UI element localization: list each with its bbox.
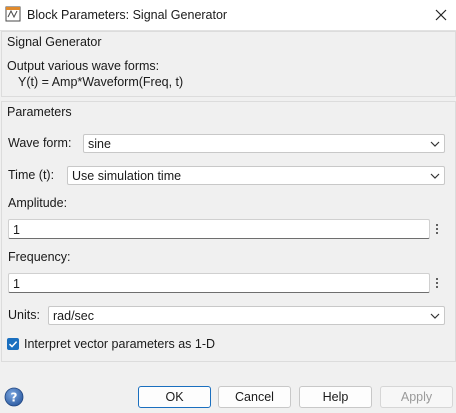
checkmark-icon	[8, 341, 18, 348]
description-group-title: Signal Generator	[7, 35, 102, 49]
simulink-block-icon	[5, 6, 21, 22]
time-value: Use simulation time	[72, 169, 182, 183]
help-icon[interactable]: ?	[4, 387, 24, 407]
help-button[interactable]: Help	[299, 386, 372, 408]
svg-text:?: ?	[11, 391, 18, 405]
wave-form-value: sine	[88, 137, 111, 151]
ok-button[interactable]: OK	[138, 386, 211, 408]
frequency-field[interactable]: 1	[8, 273, 430, 293]
apply-button[interactable]: Apply	[380, 386, 453, 408]
wave-form-label: Wave form:	[8, 136, 72, 150]
frequency-menu-kebab-icon[interactable]	[432, 273, 442, 293]
chevron-down-icon	[430, 173, 440, 179]
frequency-value: 1	[13, 277, 20, 291]
amplitude-field[interactable]: 1	[8, 219, 430, 239]
window-title: Block Parameters: Signal Generator	[27, 8, 228, 22]
time-label: Time (t):	[8, 168, 55, 182]
frequency-label: Frequency:	[8, 250, 71, 264]
close-button[interactable]	[426, 0, 456, 30]
chevron-down-icon	[430, 141, 440, 147]
cancel-button-label: Cancel	[235, 390, 274, 404]
chevron-down-icon	[430, 313, 440, 319]
amplitude-label: Amplitude:	[8, 196, 68, 210]
description-line-2: Y(t) = Amp*Waveform(Freq, t)	[18, 75, 184, 89]
title-bar: Block Parameters: Signal Generator	[0, 0, 456, 31]
time-select[interactable]: Use simulation time	[67, 166, 445, 185]
interpret-vector-checkbox[interactable]	[7, 338, 19, 350]
units-value: rad/sec	[53, 309, 94, 323]
interpret-vector-label: Interpret vector parameters as 1-D	[24, 337, 216, 351]
units-select[interactable]: rad/sec	[48, 306, 445, 325]
cancel-button[interactable]: Cancel	[218, 386, 291, 408]
close-icon	[435, 9, 447, 21]
description-group: Signal Generator Output various wave for…	[1, 31, 456, 97]
description-line-1: Output various wave forms:	[7, 59, 160, 73]
amplitude-value: 1	[13, 223, 20, 237]
apply-button-label: Apply	[400, 390, 433, 404]
help-button-label: Help	[322, 390, 349, 404]
parameters-group: Parameters Wave form: sine Time (t): Use…	[1, 101, 456, 362]
parameters-group-title: Parameters	[7, 105, 72, 119]
units-label: Units:	[8, 308, 40, 322]
wave-form-select[interactable]: sine	[83, 134, 445, 153]
amplitude-menu-kebab-icon[interactable]	[432, 219, 442, 239]
ok-button-label: OK	[165, 390, 184, 404]
